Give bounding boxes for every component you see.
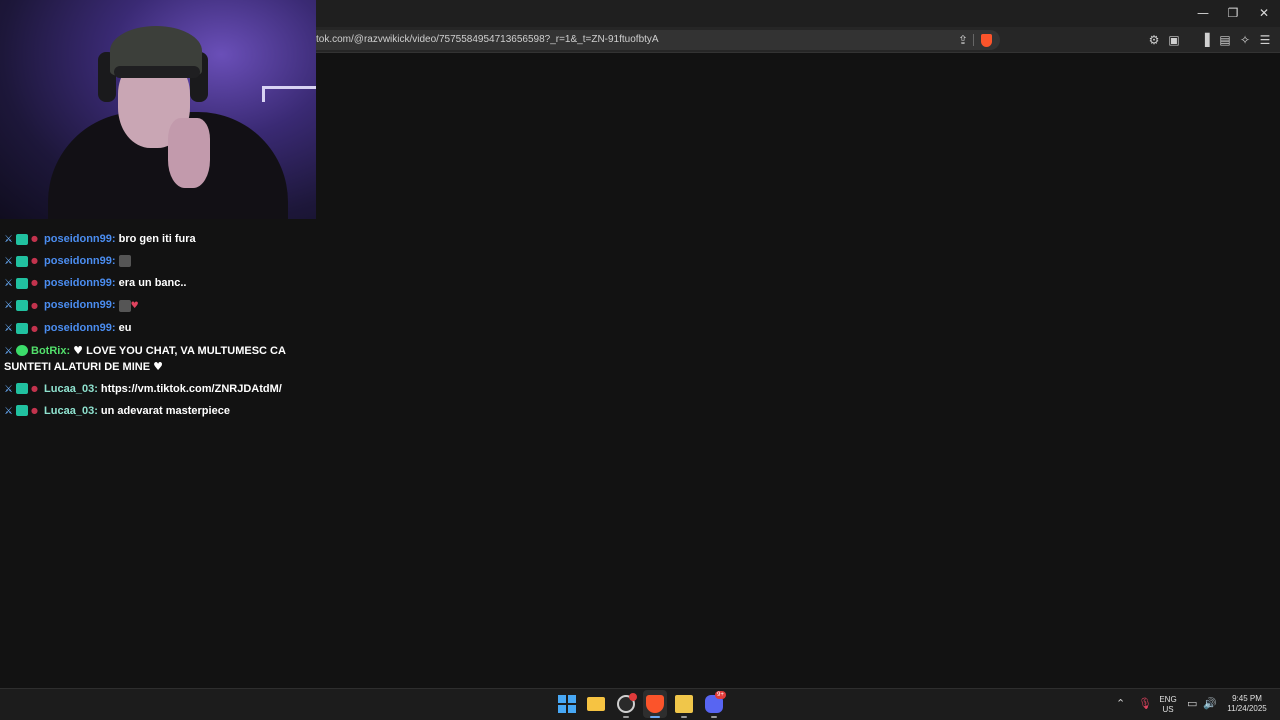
background-light xyxy=(262,86,316,102)
user-badges: ⚔ ● xyxy=(4,297,38,313)
sword-icon: ⚔ xyxy=(4,405,13,417)
user-badges: ⚔ ● xyxy=(4,231,38,247)
chevron-up-icon[interactable]: ⌃ xyxy=(1116,697,1125,710)
subscriber-badge-icon xyxy=(16,323,28,335)
chat-message: ⚔ ● poseidonn99: xyxy=(4,253,304,269)
user-badges: ⚔ xyxy=(4,343,28,359)
share-icon[interactable]: ⇪ xyxy=(955,32,971,48)
chat-username: poseidonn99: xyxy=(44,233,116,245)
rose-icon: ● xyxy=(31,383,38,393)
streamer-hand xyxy=(168,118,210,188)
chat-username: Lucaa_03: xyxy=(44,382,98,395)
user-badges: ⚔ ● xyxy=(4,403,38,419)
white-heart-icon: ♥ xyxy=(153,359,163,373)
chat-username: poseidonn99: xyxy=(44,322,116,335)
user-badges: ⚔ ● xyxy=(4,253,38,269)
clock-time: 9:45 PM xyxy=(1232,694,1262,703)
chat-message: ⚔ ● poseidonn99: eu xyxy=(4,320,304,336)
user-badges: ⚔ ● xyxy=(4,275,38,291)
rose-icon: ● xyxy=(31,300,38,310)
brave-shield-icon[interactable] xyxy=(978,32,994,48)
chat-text: eu xyxy=(118,322,132,335)
user-badges: ⚔ ● xyxy=(4,381,38,397)
chat-username: poseidonn99: xyxy=(44,299,116,312)
running-indicator xyxy=(681,716,687,718)
rose-icon: ● xyxy=(31,256,38,266)
language-code: ENG xyxy=(1159,695,1177,704)
clock-date: 11/24/2025 xyxy=(1227,704,1267,713)
white-heart-icon: ♥ xyxy=(73,343,84,357)
cap-brim xyxy=(114,66,200,78)
rose-icon: ● xyxy=(31,323,38,333)
windows-start-icon[interactable] xyxy=(558,695,576,713)
leo-icon[interactable]: ▣ xyxy=(1166,32,1182,48)
chat-username: poseidonn99: xyxy=(44,277,116,290)
discord-notification-badge: 9+ xyxy=(715,691,726,699)
emote-icon xyxy=(118,299,131,312)
chat-link[interactable]: https://vm.tiktok.com/ZNRJDAtdM/ xyxy=(101,383,282,395)
chat-text: un adevarat masterpiece xyxy=(100,404,230,417)
wallet-icon[interactable]: ▤ xyxy=(1217,32,1233,48)
clock[interactable]: 9:45 PM 11/24/2025 xyxy=(1222,694,1272,714)
display-icon[interactable]: ▭ xyxy=(1187,697,1197,710)
running-indicator xyxy=(623,716,629,718)
chat-message: ⚔ ● poseidonn99: ♥ xyxy=(4,297,304,314)
webcam-overlay xyxy=(0,0,316,219)
chat-text: era un banc.. xyxy=(118,277,187,290)
chat-username: BotRix: xyxy=(31,344,71,357)
chat-overlay: ⚔ ● poseidonn99: bro gen iti fura ⚔ ● pose… xyxy=(4,231,304,425)
bot-badge-icon xyxy=(16,345,28,357)
chat-username: poseidonn99: xyxy=(44,255,116,268)
user-badges: ⚔ ● xyxy=(4,320,38,336)
active-indicator xyxy=(650,716,660,718)
language-indicator[interactable]: ENG US xyxy=(1158,695,1178,715)
sword-icon: ⚔ xyxy=(4,323,13,335)
restore-button[interactable]: ❐ xyxy=(1218,3,1248,23)
running-indicator xyxy=(711,716,717,718)
sword-icon: ⚔ xyxy=(4,345,13,357)
subscriber-badge-icon xyxy=(16,255,28,267)
notification-dot xyxy=(629,693,637,701)
app-icon[interactable] xyxy=(675,695,693,713)
minimize-button[interactable]: — xyxy=(1188,3,1218,23)
ai-assistant-icon[interactable]: ✧ xyxy=(1237,32,1253,48)
sidebar-icon[interactable]: ▐ xyxy=(1197,32,1213,48)
subscriber-badge-icon xyxy=(16,277,28,289)
rose-icon: ● xyxy=(31,278,38,288)
divider xyxy=(973,34,974,46)
chat-message: ⚔ ● Lucaa_03: https://vm.tiktok.com/ZNRJD… xyxy=(4,381,304,397)
sword-icon: ⚔ xyxy=(4,234,13,246)
speaker-icon[interactable]: 🔊 xyxy=(1203,697,1217,710)
address-bar-url[interactable]: tok.com/@razvwikick/video/75755849547136… xyxy=(316,34,659,45)
sword-icon: ⚔ xyxy=(4,256,13,268)
chat-message: ⚔ BotRix: ♥ LOVE YOU CHAT, VA MULTUMESC C… xyxy=(4,343,304,375)
file-explorer-icon[interactable] xyxy=(587,697,605,711)
subscriber-badge-icon xyxy=(16,233,28,245)
extensions-icon[interactable]: ⚙ xyxy=(1146,32,1162,48)
chat-text: bro gen iti fura xyxy=(118,233,196,245)
subscriber-badge-icon xyxy=(16,383,28,395)
rose-icon: ● xyxy=(31,405,38,415)
emote-icon xyxy=(118,255,131,268)
sword-icon: ⚔ xyxy=(4,300,13,312)
rose-icon: ● xyxy=(31,234,38,244)
chat-username: Lucaa_03: xyxy=(44,404,98,417)
brave-browser-icon[interactable] xyxy=(646,695,664,713)
microphone-icon[interactable]: 🎙 xyxy=(1138,697,1152,710)
chat-message: ⚔ ● poseidonn99: era un banc.. xyxy=(4,275,304,291)
chat-message: ⚔ ● poseidonn99: bro gen iti fura xyxy=(4,231,304,247)
heart-icon: ♥ xyxy=(130,301,139,312)
close-button[interactable]: ✕ xyxy=(1249,3,1279,23)
sword-icon: ⚔ xyxy=(4,383,13,395)
subscriber-badge-icon xyxy=(16,405,28,417)
menu-icon[interactable]: ☰ xyxy=(1257,32,1273,48)
keyboard-region: US xyxy=(1162,705,1174,714)
subscriber-badge-icon xyxy=(16,300,28,312)
sword-icon: ⚔ xyxy=(4,278,13,290)
chat-message: ⚔ ● Lucaa_03: un adevarat masterpiece xyxy=(4,403,304,419)
